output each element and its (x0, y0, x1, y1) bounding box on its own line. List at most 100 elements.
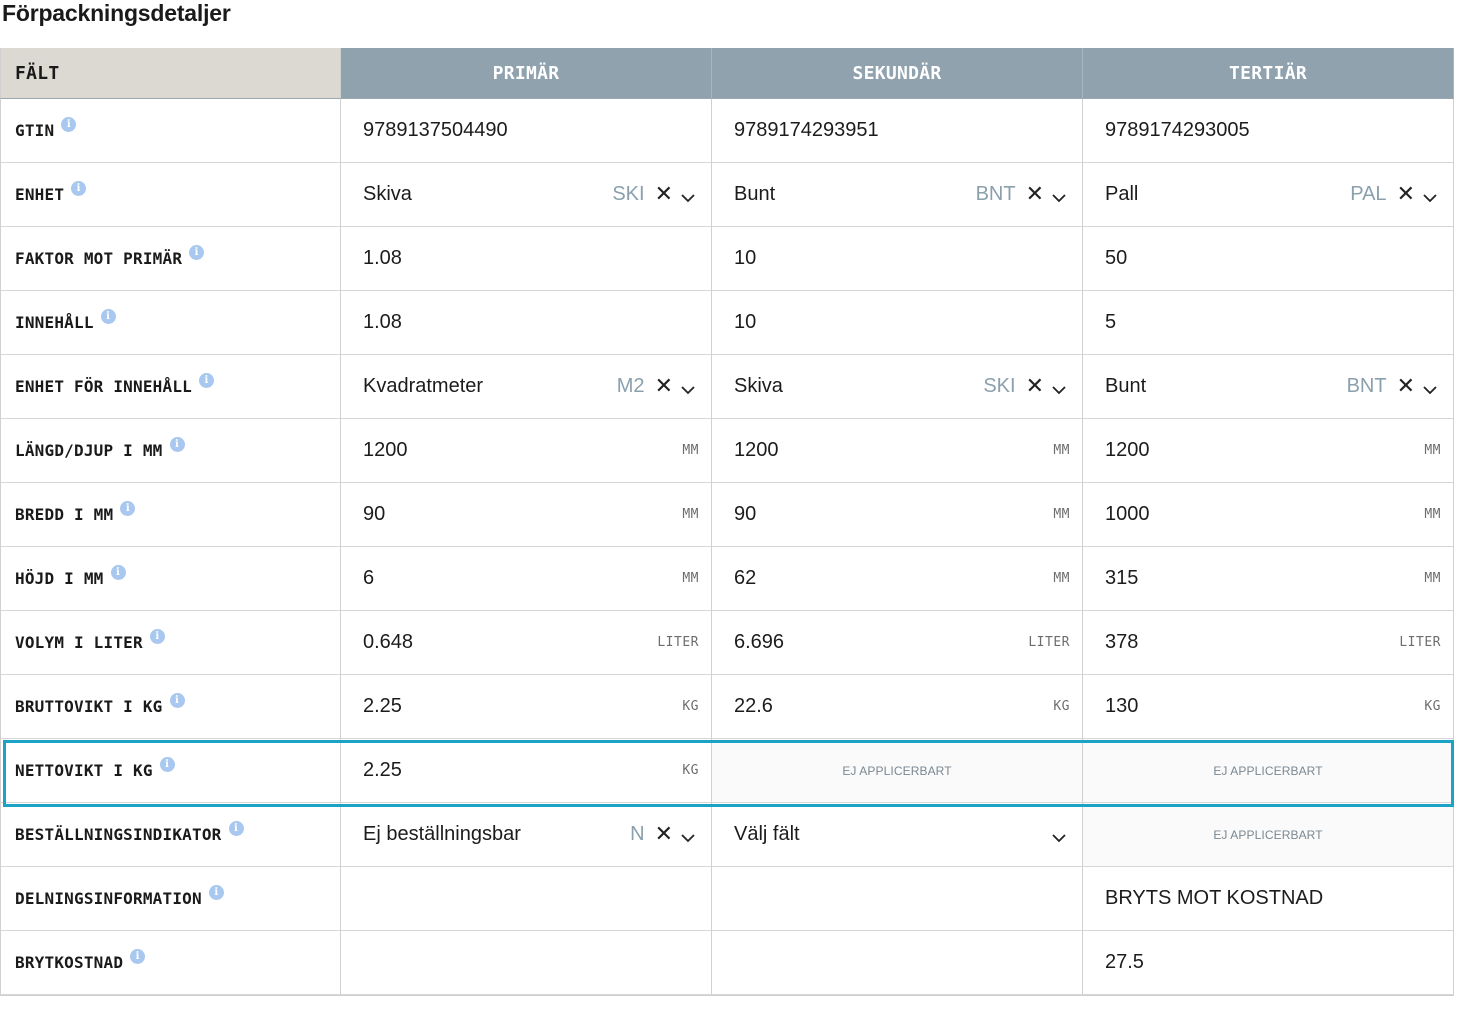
input-value[interactable]: 0.648 (363, 631, 657, 654)
input-value[interactable]: 62 (734, 567, 1053, 590)
input-value[interactable]: 50 (1105, 247, 1441, 270)
input-value[interactable]: 6 (363, 567, 682, 590)
cell-secondary-empty[interactable] (712, 931, 1083, 995)
clear-icon[interactable]: ✕ (655, 375, 673, 398)
cell-secondary[interactable]: 22.6 KG (712, 675, 1083, 739)
cell-secondary[interactable]: 9789174293951 (712, 99, 1083, 163)
cell-primary-empty[interactable] (341, 867, 712, 931)
cell-tertiary[interactable]: 5 (1083, 291, 1454, 355)
info-icon[interactable]: i (228, 821, 244, 836)
cell-primary-empty[interactable] (341, 931, 712, 995)
cell-primary[interactable]: 9789137504490 (341, 99, 712, 163)
cell-secondary[interactable]: Välj fält (712, 803, 1083, 867)
input-value[interactable]: 90 (734, 503, 1053, 526)
info-icon[interactable]: i (110, 565, 126, 580)
info-icon[interactable]: i (100, 309, 116, 324)
cell-primary[interactable]: 90 MM (341, 483, 712, 547)
chevron-down-icon[interactable] (1052, 188, 1066, 202)
input-value[interactable]: 90 (363, 503, 682, 526)
input-value[interactable]: 2.25 (363, 695, 682, 718)
info-icon[interactable]: i (130, 949, 146, 964)
select-value[interactable]: Kvadratmeter (363, 375, 617, 398)
input-value[interactable]: 10 (734, 311, 1070, 334)
input-value[interactable]: 1.08 (363, 311, 699, 334)
chevron-down-icon[interactable] (681, 380, 695, 394)
input-value[interactable]: 5 (1105, 311, 1441, 334)
input-value[interactable]: BRYTS MOT KOSTNAD (1105, 887, 1441, 910)
cell-tertiary[interactable]: 9789174293005 (1083, 99, 1454, 163)
clear-icon[interactable]: ✕ (655, 823, 673, 846)
chevron-down-icon[interactable] (1052, 380, 1066, 394)
cell-tertiary[interactable]: 1000 MM (1083, 483, 1454, 547)
cell-secondary[interactable]: 90 MM (712, 483, 1083, 547)
clear-icon[interactable]: ✕ (1397, 375, 1415, 398)
cell-primary[interactable]: Kvadratmeter M2 ✕ (341, 355, 712, 419)
input-value[interactable]: 1200 (363, 439, 682, 462)
input-value[interactable]: 1000 (1105, 503, 1424, 526)
chevron-down-icon[interactable] (681, 828, 695, 842)
cell-primary[interactable]: 1.08 (341, 291, 712, 355)
cell-tertiary[interactable]: 50 (1083, 227, 1454, 291)
cell-secondary[interactable]: 10 (712, 291, 1083, 355)
info-icon[interactable]: i (189, 245, 205, 260)
clear-icon[interactable]: ✕ (1026, 183, 1044, 206)
cell-tertiary[interactable]: BRYTS MOT KOSTNAD (1083, 867, 1454, 931)
info-icon[interactable]: i (120, 501, 136, 516)
select-value[interactable]: Välj fält (734, 823, 1052, 846)
cell-primary[interactable]: 1.08 (341, 227, 712, 291)
select-value[interactable]: Bunt (734, 183, 976, 206)
select-value[interactable]: Skiva (734, 375, 983, 398)
cell-primary[interactable]: 2.25 KG (341, 739, 712, 803)
cell-secondary[interactable]: Bunt BNT ✕ (712, 163, 1083, 227)
cell-primary[interactable]: 6 MM (341, 547, 712, 611)
select-value[interactable]: Skiva (363, 183, 612, 206)
select-value[interactable]: Ej beställningsbar (363, 823, 630, 846)
info-icon[interactable]: i (169, 437, 185, 452)
input-value[interactable]: 378 (1105, 631, 1399, 654)
cell-primary[interactable]: 2.25 KG (341, 675, 712, 739)
clear-icon[interactable]: ✕ (655, 183, 673, 206)
input-value[interactable]: 9789137504490 (363, 119, 699, 142)
info-icon[interactable]: i (71, 181, 87, 196)
chevron-down-icon[interactable] (1423, 380, 1437, 394)
select-value[interactable]: Pall (1105, 183, 1350, 206)
input-value[interactable]: 1200 (1105, 439, 1424, 462)
input-value[interactable]: 27.5 (1105, 951, 1441, 974)
cell-secondary[interactable]: Skiva SKI ✕ (712, 355, 1083, 419)
input-value[interactable]: 1.08 (363, 247, 699, 270)
info-icon[interactable]: i (149, 629, 165, 644)
clear-icon[interactable]: ✕ (1026, 375, 1044, 398)
input-value[interactable]: 22.6 (734, 695, 1053, 718)
info-icon[interactable]: i (208, 885, 224, 900)
cell-tertiary[interactable]: 315 MM (1083, 547, 1454, 611)
cell-secondary-empty[interactable] (712, 867, 1083, 931)
cell-tertiary[interactable]: 378 LITER (1083, 611, 1454, 675)
clear-icon[interactable]: ✕ (1397, 183, 1415, 206)
cell-primary[interactable]: Ej beställningsbar N ✕ (341, 803, 712, 867)
cell-tertiary[interactable]: 1200 MM (1083, 419, 1454, 483)
select-value[interactable]: Bunt (1105, 375, 1347, 398)
cell-secondary[interactable]: 6.696 LITER (712, 611, 1083, 675)
input-value[interactable]: 130 (1105, 695, 1424, 718)
input-value[interactable]: 2.25 (363, 759, 682, 782)
chevron-down-icon[interactable] (1423, 188, 1437, 202)
input-value[interactable]: 315 (1105, 567, 1424, 590)
input-value[interactable]: 1200 (734, 439, 1053, 462)
input-value[interactable]: 6.696 (734, 631, 1028, 654)
info-icon[interactable]: i (199, 373, 214, 388)
cell-tertiary[interactable]: Bunt BNT ✕ (1083, 355, 1454, 419)
chevron-down-icon[interactable] (681, 188, 695, 202)
input-value[interactable]: 9789174293951 (734, 119, 1070, 142)
cell-secondary[interactable]: 1200 MM (712, 419, 1083, 483)
cell-primary[interactable]: Skiva SKI ✕ (341, 163, 712, 227)
input-value[interactable]: 10 (734, 247, 1070, 270)
cell-primary[interactable]: 0.648 LITER (341, 611, 712, 675)
cell-tertiary[interactable]: 130 KG (1083, 675, 1454, 739)
cell-primary[interactable]: 1200 MM (341, 419, 712, 483)
cell-secondary[interactable]: 10 (712, 227, 1083, 291)
chevron-down-icon[interactable] (1052, 828, 1066, 842)
info-icon[interactable]: i (169, 693, 185, 708)
info-icon[interactable]: i (159, 757, 175, 772)
input-value[interactable]: 9789174293005 (1105, 119, 1441, 142)
cell-tertiary[interactable]: 27.5 (1083, 931, 1454, 995)
